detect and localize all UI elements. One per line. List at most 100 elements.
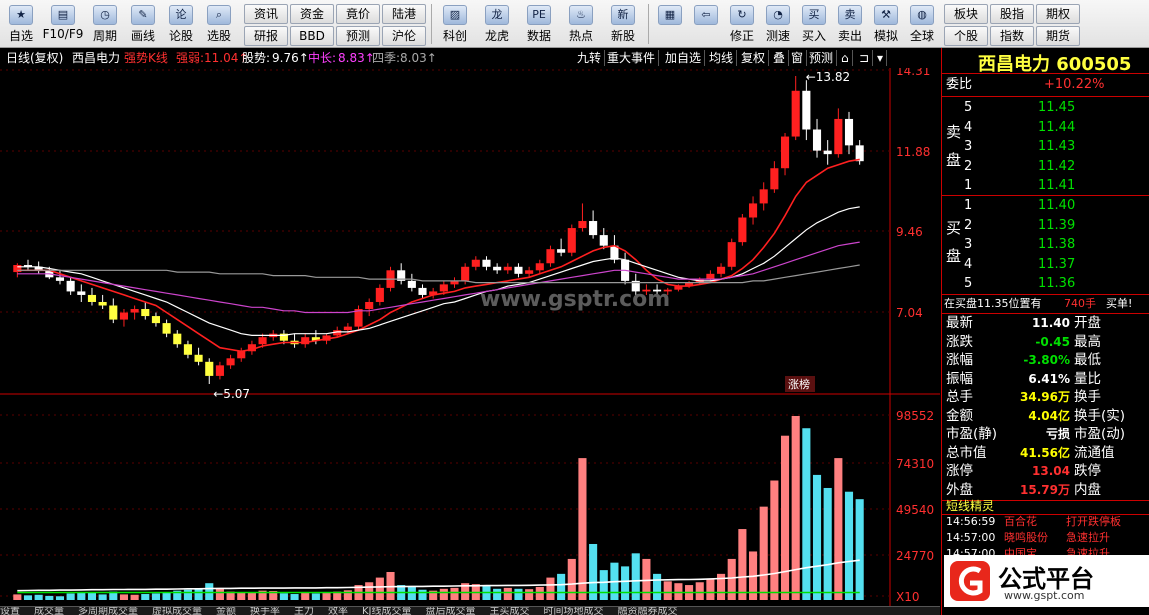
candle-body [493,266,502,271]
buy-level-row[interactable]: 4 11.37 [942,255,1149,275]
indicator-name[interactable]: 强势K线 [124,48,168,68]
indicator-tab-1[interactable]: 成交量 [34,607,64,615]
chart-button-6[interactable]: 窗 [788,50,808,66]
chart-button-2[interactable]: 加自选 [662,50,706,66]
period-label[interactable]: 日线(复权) [6,48,63,68]
chart-button-0[interactable]: 九转 [574,50,606,66]
volume-bar [45,595,54,600]
quick-button-0-1[interactable]: 资金 [290,4,334,24]
stat-row: 金额 4.04亿 换手(实) [942,407,1149,425]
star-button[interactable]: ★ 自选 [2,2,40,46]
indicator-tab-8[interactable]: KJ线成交量 [362,607,412,615]
sell-level-row[interactable]: 1 11.41 [942,176,1149,196]
ipo-button[interactable]: 新新股 [602,2,644,46]
sell-level-row[interactable]: 2 11.42 [942,157,1149,177]
stat-label-right: 最高 [1074,333,1101,350]
pe-button[interactable]: PE 数据 [518,2,560,46]
market-button-0-0[interactable]: 板块 [944,4,988,24]
volume-bar [493,588,502,600]
volume-bar [855,499,864,600]
indicator-tab-5[interactable]: 换手率 [250,607,280,615]
speed-clock-button[interactable]: ◔ 测速 [760,2,796,46]
indicator-tab-0[interactable]: 设置 [0,607,20,615]
pencil-button[interactable]: ✎ 画线 [124,2,162,46]
volume-bar [642,558,651,600]
refresh-button[interactable]: ↻ 修正 [724,2,760,46]
level-number: 4 [964,119,973,135]
indicator-tab-9[interactable]: 盘后成交量 [426,607,476,615]
chart-button-7[interactable]: 预测 [806,50,838,66]
sell-level-row[interactable]: 3 11.43 [942,137,1149,157]
indicator-tab-7[interactable]: 效率 [328,607,348,615]
market-button-0-2[interactable]: 期权 [1036,4,1080,24]
kline-chart[interactable]: 14.31 11.88 9.46 7.04 ←13.82 ←5.07 涨榜 www.gsptr… [0,68,940,608]
toolbar-label: 论股 [168,29,193,43]
chart-button-3[interactable]: 均线 [706,50,738,66]
stat-label-right: 换手(实) [1074,407,1126,424]
quick-button-1-1[interactable]: BBD [290,26,334,46]
buy-level-row[interactable]: 2 11.39 [942,216,1149,236]
chart-button-8[interactable]: ⌂ [838,50,853,66]
buy-price: 11.38 [1038,237,1076,252]
toolbar-label: 画线 [130,29,155,43]
quick-button-1-0[interactable]: 研报 [244,26,288,46]
chart-button-4[interactable]: 复权 [738,50,770,66]
toolbar-divider [431,4,432,44]
sell-button[interactable]: 卖卖出 [832,2,868,46]
stat-label-right: 内盘 [1074,481,1101,498]
candle-body [578,221,587,229]
indicator-tab-4[interactable]: 金额 [216,607,236,615]
buy-level-row[interactable]: 5 11.36 [942,274,1149,294]
f10-button[interactable]: ▤ F10/F9 [40,2,86,46]
indicator-tab-6[interactable]: 主力 [294,607,314,615]
globe-button[interactable]: ◍ 全球 [904,2,940,46]
market-button-1-2[interactable]: 期货 [1036,26,1080,46]
chart-button-5[interactable]: 叠 [770,50,790,66]
stat-row: 振幅 6.41% 量比 [942,370,1149,388]
back-arrow-button[interactable]: ⇦ [688,2,724,46]
market-button-0-1[interactable]: 股指 [990,4,1034,24]
candle-body [812,129,822,151]
buy-level-row[interactable]: 1 11.40 [942,196,1149,216]
chart-button[interactable]: ▨ 科创 [434,2,476,46]
clock-button[interactable]: ◷ 周期 [86,2,124,46]
discuss-button[interactable]: 论论股 [162,2,200,46]
level-number: 3 [964,139,973,154]
volume-bar [450,587,459,600]
sell-level-row[interactable]: 4 11.44 [942,118,1149,138]
fire-button[interactable]: ♨ 热点 [560,2,602,46]
volume-bar [578,458,587,600]
quick-button-0-2[interactable]: 竟价 [336,4,380,24]
indicator-tab-10[interactable]: 主买成交 [490,607,530,615]
quick-button-0-3[interactable]: 陆港 [382,4,426,24]
volume-bar [535,586,544,600]
volume-bar [322,592,331,600]
watermark-text: www.gsptr.com [480,287,670,312]
indicator-tab-12[interactable]: 融资融券成交 [618,607,678,615]
buy-level-row[interactable]: 3 11.38 [942,235,1149,255]
dragon-button[interactable]: 龙龙虎 [476,2,518,46]
magnifier-button[interactable]: ⌕ 选股 [200,2,238,46]
sprite-row[interactable]: 14:57:00 晓鸣股份 急速拉升 [942,530,1149,546]
quick-button-0-0[interactable]: 资讯 [244,4,288,24]
quick-button-1-2[interactable]: 预测 [336,26,380,46]
sprite-row[interactable]: 14:56:59 百合花 打开跌停板 [942,514,1149,530]
grid-button[interactable]: ▦ [652,2,688,46]
volume-tick-label: 98552 [896,409,934,423]
volume-bar [418,589,427,600]
quick-button-1-3[interactable]: 沪伦 [382,26,426,46]
market-button-1-0[interactable]: 个股 [944,26,988,46]
chart-button-9[interactable]: ⊐ [856,50,874,66]
hammer-button[interactable]: ⚒ 模拟 [868,2,904,46]
market-button-1-1[interactable]: 指数 [990,26,1034,46]
order-alert-qty: 740手 [1064,297,1096,310]
indicator-tab-3[interactable]: 虚拟成交量 [152,607,202,615]
buy-button[interactable]: 买买入 [796,2,832,46]
indicator-tab-2[interactable]: 多周期成交量 [78,607,138,615]
indicator-tab-11[interactable]: 时间场地成交 [544,607,604,615]
chart-button-1[interactable]: 重大事件 [604,50,660,66]
sell-level-row[interactable]: 5 11.45 [942,98,1149,118]
chart-button-10[interactable]: ▾ [874,50,888,66]
hammer-icon: ⚒ [874,5,898,25]
price-tick-label: 7.04 [896,306,923,320]
